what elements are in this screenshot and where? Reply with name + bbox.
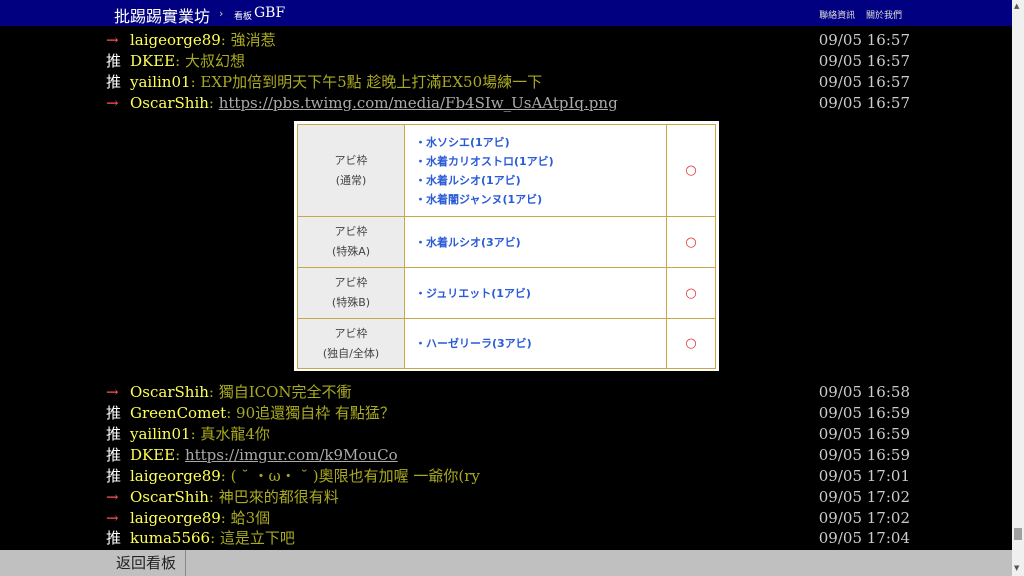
contact-link[interactable]: 聯絡資訊 bbox=[819, 11, 855, 21]
push-row: 推 kuma5566: 這是立下吧 09/05 17:04 bbox=[106, 528, 910, 549]
push-user: DKEE bbox=[130, 446, 176, 464]
push-tag: 推 bbox=[106, 446, 122, 464]
push-content: : 真水龍4你 bbox=[190, 425, 270, 443]
row-header: アビ枠 (独自/全体) bbox=[297, 318, 405, 369]
circle-mark: ○ bbox=[666, 318, 716, 369]
push-tag: → bbox=[106, 94, 119, 112]
table-row: アビ枠 (特殊B) ・ジュリエット(1アビ) ○ bbox=[297, 267, 716, 319]
push-time: 09/05 16:59 bbox=[818, 404, 910, 422]
push-time: 09/05 17:04 bbox=[818, 529, 910, 547]
push-content: : 神巴來的都很有料 bbox=[208, 488, 339, 506]
breadcrumb-separator: › bbox=[219, 7, 224, 20]
push-content-prefix: : bbox=[175, 446, 185, 464]
push-user: OscarShih bbox=[130, 488, 209, 506]
push-content: : https://pbs.twimg.com/media/Fb4SIw_UsA… bbox=[209, 94, 618, 112]
site-title-link[interactable]: 批踢踢實業坊 bbox=[114, 3, 210, 27]
about-link[interactable]: 關於我們 bbox=[866, 11, 902, 21]
row-items: ・ジュリエット(1アビ) bbox=[404, 267, 667, 319]
push-tag: 推 bbox=[106, 404, 122, 422]
top-bar: 批踢踢實業坊 › 看板 GBF 聯絡資訊 關於我們 bbox=[0, 0, 1012, 26]
scroll-up-icon[interactable]: ▲ bbox=[1014, 2, 1019, 10]
push-time: 09/05 16:57 bbox=[818, 94, 910, 112]
push-time: 09/05 16:57 bbox=[818, 52, 910, 70]
row-items: ・ハーゼリーラ(3アビ) bbox=[404, 318, 667, 369]
push-content: : https://imgur.com/k9MouCo bbox=[175, 446, 397, 464]
embedded-image: アビ枠 (通常) ・水ソシエ(1アビ) ・水着カリオストロ(1アビ) ・水着ルシ… bbox=[294, 121, 719, 371]
row-header: アビ枠 (通常) bbox=[297, 124, 405, 217]
push-time: 09/05 16:57 bbox=[818, 73, 910, 91]
push-time: 09/05 16:58 bbox=[818, 383, 910, 401]
push-row: 推 GreenComet: 90追還獨自枠 有點猛？ 09/05 16:59 bbox=[106, 403, 910, 424]
scroll-thumb[interactable] bbox=[1014, 528, 1022, 540]
row-header: アビ枠 (特殊B) bbox=[297, 267, 405, 319]
push-user: laigeorge89 bbox=[130, 467, 221, 485]
push-user: GreenComet bbox=[130, 404, 227, 422]
push-time: 09/05 16:59 bbox=[818, 425, 910, 443]
top-links: 聯絡資訊 關於我們 bbox=[811, 8, 902, 21]
push-row: → laigeorge89: 強消惹 09/05 16:57 bbox=[106, 30, 910, 51]
push-user: yailin01 bbox=[130, 73, 191, 91]
push-row: 推 yailin01: 真水龍4你 09/05 16:59 bbox=[106, 424, 910, 445]
push-tag: → bbox=[106, 509, 119, 527]
board-name-link[interactable]: GBF bbox=[254, 5, 285, 21]
push-content: : EXP加倍到明天下午5點 趁晚上打滿EX50場練一下 bbox=[190, 73, 543, 91]
push-row: 推 DKEE: https://imgur.com/k9MouCo 09/05 1… bbox=[106, 445, 910, 466]
table-row: アビ枠 (独自/全体) ・ハーゼリーラ(3アビ) ○ bbox=[297, 318, 716, 369]
row-items: ・水着ルシオ(3アビ) bbox=[404, 216, 667, 268]
back-to-board-button[interactable]: 返回看板 bbox=[107, 550, 186, 576]
push-user: laigeorge89 bbox=[130, 509, 221, 527]
push-content: : 這是立下吧 bbox=[210, 529, 295, 547]
push-row: → OscarShih: https://pbs.twimg.com/media/… bbox=[106, 93, 910, 114]
push-content: : 蛤3個 bbox=[220, 509, 271, 527]
push-tag: 推 bbox=[106, 425, 122, 443]
row-items: ・水ソシエ(1アビ) ・水着カリオストロ(1アビ) ・水着ルシオ(1アビ) ・水… bbox=[404, 124, 667, 217]
scroll-down-icon[interactable]: ▼ bbox=[1014, 564, 1019, 572]
push-row: 推 DKEE: 大叔幻想 09/05 16:57 bbox=[106, 51, 910, 72]
push-time: 09/05 17:02 bbox=[818, 509, 910, 527]
image-link[interactable]: https://pbs.twimg.com/media/Fb4SIw_UsAAt… bbox=[219, 94, 618, 112]
push-user: DKEE bbox=[130, 52, 176, 70]
push-row: 推 laigeorge89: ( ˘ ・ω・ ˘ )奧限也有加喔 一爺你(ry 0… bbox=[106, 466, 910, 487]
row-header: アビ枠 (特殊A) bbox=[297, 216, 405, 268]
push-time: 09/05 17:02 bbox=[818, 488, 910, 506]
push-content: : 90追還獨自枠 有點猛？ bbox=[226, 404, 395, 422]
push-user: OscarShih bbox=[130, 94, 209, 112]
push-row: 推 yailin01: EXP加倍到明天下午5點 趁晚上打滿EX50場練一下 09… bbox=[106, 72, 910, 93]
push-tag: → bbox=[106, 488, 119, 506]
push-tag: → bbox=[106, 31, 119, 49]
ability-table: アビ枠 (通常) ・水ソシエ(1アビ) ・水着カリオストロ(1アビ) ・水着ルシ… bbox=[297, 124, 716, 369]
bottom-bar: 返回看板 bbox=[0, 550, 1012, 576]
push-user: laigeorge89 bbox=[130, 31, 221, 49]
vertical-scrollbar[interactable]: ▲ ▼ bbox=[1012, 0, 1024, 576]
push-time: 09/05 17:01 bbox=[818, 467, 910, 485]
circle-mark: ○ bbox=[666, 124, 716, 217]
table-row: アビ枠 (通常) ・水ソシエ(1アビ) ・水着カリオストロ(1アビ) ・水着ルシ… bbox=[297, 124, 716, 217]
push-tag: 推 bbox=[106, 529, 122, 547]
circle-mark: ○ bbox=[666, 267, 716, 319]
imgur-link[interactable]: https://imgur.com/k9MouCo bbox=[185, 446, 398, 464]
push-tag: 推 bbox=[106, 73, 122, 91]
push-user: OscarShih bbox=[130, 383, 209, 401]
push-content: : 大叔幻想 bbox=[175, 52, 245, 70]
table-row: アビ枠 (特殊A) ・水着ルシオ(3アビ) ○ bbox=[297, 216, 716, 268]
push-user: kuma5566 bbox=[130, 529, 211, 547]
push-tag: → bbox=[106, 383, 119, 401]
circle-mark: ○ bbox=[666, 216, 716, 268]
push-content-prefix: : bbox=[208, 94, 219, 112]
push-row: → laigeorge89: 蛤3個 09/05 17:02 bbox=[106, 508, 910, 529]
push-user: yailin01 bbox=[130, 425, 191, 443]
push-tag: 推 bbox=[106, 52, 122, 70]
push-row: → OscarShih: 神巴來的都很有料 09/05 17:02 bbox=[106, 487, 910, 508]
push-content: : 強消惹 bbox=[220, 31, 276, 49]
push-content: : ( ˘ ・ω・ ˘ )奧限也有加喔 一爺你(ry bbox=[220, 467, 480, 485]
push-content: : 獨自ICON完全不衝 bbox=[208, 383, 352, 401]
push-time: 09/05 16:59 bbox=[818, 446, 910, 464]
push-tag: 推 bbox=[106, 467, 122, 485]
board-prefix-label: 看板 bbox=[234, 12, 253, 22]
push-time: 09/05 16:57 bbox=[818, 31, 910, 49]
push-row: → OscarShih: 獨自ICON完全不衝 09/05 16:58 bbox=[106, 382, 910, 403]
